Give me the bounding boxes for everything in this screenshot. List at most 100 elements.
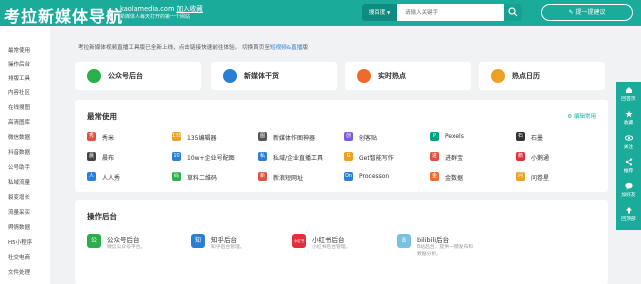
sidebar-item[interactable]: 舆情数据	[8, 223, 50, 231]
notice-bar: 考拉新媒体视频直播工具版已全新上线，点击链接快速前往体验。 切换首页至短视频&直…	[78, 43, 308, 51]
follow-label: 关注	[623, 145, 634, 150]
sidebar-item[interactable]: 排版工具	[8, 74, 50, 82]
category-sidebar: 最常使用 操作后台 排版工具 内容社区 在线搜图 高清图库 微信数据 抖音数据 …	[0, 26, 50, 284]
short-url-icon: 新	[258, 172, 267, 181]
live-tool-icon: 私	[258, 152, 267, 161]
back-to-top-label: 回顶部	[621, 217, 636, 222]
tool-label: 秀米	[102, 135, 115, 142]
tool-label: 进群宝	[445, 155, 464, 162]
search-button[interactable]	[504, 4, 522, 21]
sidebar-item[interactable]: 文件处理	[8, 268, 50, 276]
wechat-icon: 公	[87, 234, 101, 248]
panel-title: 最常使用	[87, 112, 117, 121]
sidebar-item[interactable]: 社交电商	[8, 253, 50, 261]
wenjuanxing-icon: 问	[516, 172, 525, 181]
share-icon	[625, 158, 632, 166]
tool-label: 晨布	[102, 155, 115, 162]
backend-link[interactable]: 公 公众号后台 微信公众号平台。	[87, 234, 207, 264]
sidebar-item[interactable]: 公号助手	[8, 163, 50, 171]
back-to-top-button[interactable]: 回顶部	[616, 204, 641, 226]
backend-link[interactable]: B bilibili后台 B站后台，提供一键发布和数据分析。	[397, 234, 517, 264]
shimo-icon: 石	[516, 132, 525, 141]
site-logo[interactable]: 考拉新媒体导航	[4, 3, 123, 27]
xiumi-icon: 秀	[87, 132, 96, 141]
edit-common-link[interactable]: ⚙ 编辑常用	[567, 112, 596, 120]
quick-link-card[interactable]: 实时热点	[345, 62, 471, 90]
quick-link-card[interactable]: 热点日历	[479, 62, 605, 90]
get-writing-icon: G	[344, 152, 353, 161]
top-header: 考拉新媒体导航 kaolamedia.com 加入收藏 新媒体人每天打开的第一个…	[0, 0, 641, 26]
backend-name: 知乎后台	[211, 236, 237, 244]
favorite-button[interactable]: 收藏	[616, 108, 641, 130]
pexels-icon: P	[430, 132, 439, 141]
home-button[interactable]: 回首页	[616, 84, 641, 106]
sidebar-item[interactable]: 私域流量	[8, 178, 50, 186]
sidebar-item[interactable]: 抖音数据	[8, 148, 50, 156]
right-float-bar: 回首页 收藏 关注 推荐 加好友 回顶部	[616, 82, 641, 230]
eye-icon	[624, 135, 633, 141]
recommend-label: 推荐	[623, 169, 634, 174]
site-slogan: 新媒体人每天打开的第一个网站	[120, 14, 191, 20]
tool-label: 创客贴	[359, 135, 378, 142]
wechat-icon	[87, 69, 101, 83]
sidebar-item[interactable]: 裂变增长	[8, 193, 50, 201]
fire-icon	[357, 69, 371, 83]
document-icon	[223, 69, 237, 83]
recommend-button[interactable]: 推荐	[616, 156, 641, 178]
quick-link-label: 实时热点	[378, 72, 406, 80]
sidebar-item[interactable]: H5小程序	[8, 238, 50, 246]
sidebar-item[interactable]: 最常使用	[8, 46, 50, 54]
tool-label: 新浪短网址	[273, 175, 304, 182]
tool-label: 金数据	[445, 175, 464, 182]
jinqunbao-icon: 进	[430, 152, 439, 161]
qrcode-icon: 码	[172, 172, 181, 181]
chuangketie-icon: 创	[344, 132, 353, 141]
home-icon	[625, 87, 632, 93]
site-url-text: kaolamedia.com	[120, 5, 175, 13]
notice-link[interactable]: 短视频&直播	[270, 45, 302, 51]
tool-label: 问卷星	[531, 175, 550, 182]
suggest-label: 提一提建议	[575, 9, 606, 16]
arrow-up-icon	[625, 207, 632, 214]
gear-icon: ⚙	[567, 114, 573, 120]
sidebar-item[interactable]: 内容社区	[8, 88, 50, 96]
tool-label: 135编辑器	[187, 135, 217, 142]
tool-label: 私域/企业直播工具	[273, 155, 324, 162]
bookmark-link[interactable]: 加入收藏	[176, 5, 202, 13]
backend-desc: B站后台，提供一键发布和数据分析。	[417, 245, 474, 257]
backend-link[interactable]: 小红书 小红书后台 小红书后台管理。	[292, 234, 412, 264]
chevron-down-icon: ▼	[387, 10, 391, 15]
backend-desc: 知乎后台管理。	[211, 245, 245, 250]
chenbu-icon: 晨	[87, 152, 96, 161]
search-icon	[508, 7, 518, 17]
backend-name: 公众号后台	[107, 236, 140, 244]
edit-icon: ✎	[568, 9, 574, 16]
sidebar-item[interactable]: 高清图库	[8, 118, 50, 126]
search-engine-select[interactable]: 搜百度 ▼	[362, 4, 397, 21]
common-tools-panel: 最常使用 ⚙ 编辑常用 秀秀米 135 135编辑器 图新媒体作图神器 创创客贴 …	[75, 100, 608, 192]
tool-label: 10w+企业号配图	[187, 155, 235, 162]
edit-common-label: 编辑常用	[573, 114, 596, 120]
tool-label: 石墨	[531, 135, 544, 142]
backend-desc: 小红书后台管理。	[312, 245, 351, 250]
sidebar-item[interactable]: 在线搜图	[8, 103, 50, 111]
add-friend-button[interactable]: 加好友	[616, 180, 641, 202]
10w-image-icon: 10	[172, 152, 181, 161]
home-label: 回首页	[621, 97, 636, 102]
search-input[interactable]	[397, 4, 504, 21]
sidebar-item[interactable]: 微信数据	[8, 133, 50, 141]
suggest-button[interactable]: ✎ 提一提建议	[541, 4, 633, 21]
quick-link-card[interactable]: 公众号后台	[75, 62, 201, 90]
notice-text: 考拉新媒体视频直播工具版已全新上线，点击链接快速前往体验。 切换首页至	[78, 45, 270, 51]
search-engine-label: 搜百度	[368, 10, 386, 16]
sidebar-item[interactable]: 流量采买	[8, 208, 50, 216]
image-tool-icon: 图	[258, 132, 267, 141]
tool-label: Processon	[359, 173, 390, 180]
xiaohongshu-icon: 小红书	[292, 234, 306, 248]
follow-button[interactable]: 关注	[616, 132, 641, 154]
zhihu-icon: 知	[191, 234, 205, 248]
quick-link-card[interactable]: 新媒体干货	[211, 62, 337, 90]
tool-label: Get智能写作	[359, 155, 394, 162]
sidebar-item[interactable]: 操作后台	[8, 60, 50, 68]
tool-label: 草料二维码	[187, 175, 218, 182]
